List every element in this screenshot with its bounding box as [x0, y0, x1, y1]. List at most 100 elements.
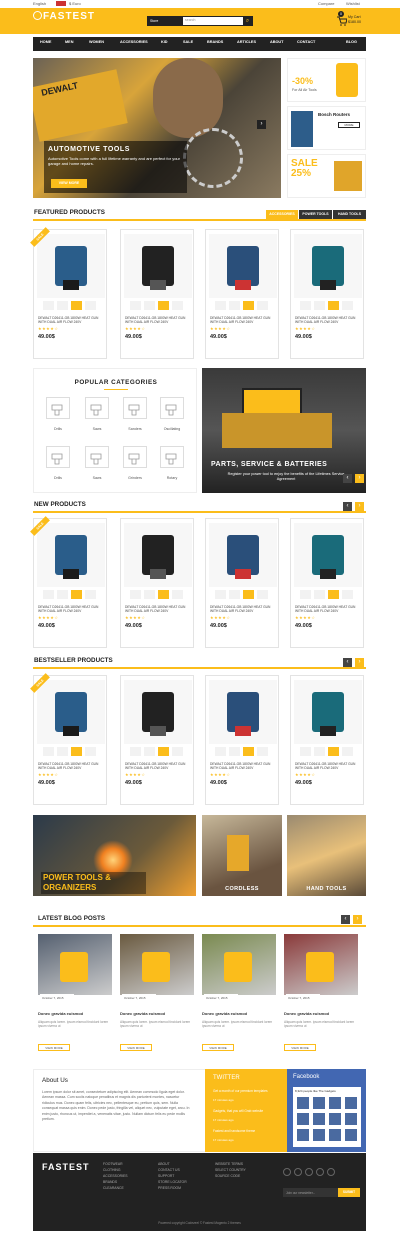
facebook-avatar[interactable] — [345, 1097, 357, 1109]
product-card[interactable]: DEWALT D26411-GB 1800W HEAT GUN WITH DUA… — [290, 229, 364, 359]
product-image[interactable] — [37, 523, 105, 587]
product-thumbnail[interactable] — [342, 301, 353, 310]
product-thumbnail[interactable] — [215, 301, 226, 310]
blog-next-arrow[interactable]: › — [353, 915, 362, 924]
nav-kid[interactable]: KID — [161, 40, 168, 44]
category-label[interactable]: Drills — [41, 427, 75, 431]
promo-cordless[interactable]: CORDLESS — [202, 815, 282, 896]
product-thumbnail[interactable] — [229, 301, 240, 310]
blog-image[interactable] — [284, 934, 358, 995]
product-thumbnail[interactable] — [257, 301, 268, 310]
nav-blog[interactable]: BLOG — [346, 40, 357, 44]
banner-air-tools[interactable]: -30% For All Air Tools — [287, 58, 366, 102]
product-name[interactable]: DEWALT D26411-GB 1800W HEAT GUN WITH DUA… — [125, 762, 191, 770]
product-image[interactable] — [209, 234, 277, 298]
category-label[interactable]: Grinders — [118, 476, 152, 480]
cart[interactable]: 0 My Cart $180.00 — [336, 11, 366, 28]
product-thumbnail[interactable] — [85, 301, 96, 310]
product-card[interactable]: DEWALT D26411-GB 1800W HEAT GUN WITH DUA… — [205, 518, 279, 648]
banner-sale-25[interactable]: SALE 25% — [287, 154, 366, 198]
product-name[interactable]: DEWALT D26411-GB 1800W HEAT GUN WITH DUA… — [295, 605, 361, 613]
product-thumbnail[interactable] — [243, 590, 254, 599]
facebook-widget[interactable]: 8,324 people like The Gadgets — [293, 1087, 361, 1147]
product-thumbnail[interactable] — [130, 590, 141, 599]
product-thumbnail[interactable] — [43, 301, 54, 310]
hero-next-arrow[interactable]: › — [257, 120, 266, 129]
product-name[interactable]: DEWALT D26411-GB 1800W HEAT GUN WITH DUA… — [295, 762, 361, 770]
product-thumbnail[interactable] — [314, 747, 325, 756]
category-icon[interactable] — [85, 397, 109, 419]
category-icon[interactable] — [160, 397, 184, 419]
product-thumbnail[interactable] — [300, 747, 311, 756]
product-image[interactable] — [37, 234, 105, 298]
banner-more-button[interactable]: MORE — [338, 122, 360, 128]
twitter-icon[interactable] — [305, 1168, 313, 1176]
product-image[interactable] — [124, 234, 192, 298]
logo[interactable]: FASTEST — [33, 11, 95, 22]
product-card[interactable]: DEWALT D26411-GB 1800W HEAT GUN WITH DUA… — [290, 675, 364, 805]
blog-image[interactable] — [120, 934, 194, 995]
product-thumbnail[interactable] — [57, 747, 68, 756]
blog-image[interactable] — [202, 934, 276, 995]
product-image[interactable] — [124, 523, 192, 587]
blog-post-title[interactable]: Donec gravida euismod — [284, 1011, 329, 1016]
new-next-arrow[interactable]: › — [355, 502, 364, 511]
product-thumbnail[interactable] — [215, 590, 226, 599]
bestseller-next-arrow[interactable]: › — [355, 658, 364, 667]
blog-prev-arrow[interactable]: ‹ — [341, 915, 350, 924]
product-thumbnail[interactable] — [172, 747, 183, 756]
facebook-avatar[interactable] — [329, 1097, 341, 1109]
facebook-avatar[interactable] — [297, 1129, 309, 1141]
category-icon[interactable] — [46, 397, 70, 419]
banner-bosch-routers[interactable]: Bosch Routers MORE — [287, 106, 366, 150]
blog-post-title[interactable]: Donec gravida euismod — [38, 1011, 83, 1016]
tab-accessories[interactable]: ACCESSORIES — [266, 210, 298, 219]
parts-prev-arrow[interactable]: ‹ — [343, 474, 352, 483]
product-thumbnail[interactable] — [85, 747, 96, 756]
new-prev-arrow[interactable]: ‹ — [343, 502, 352, 511]
product-thumbnail[interactable] — [71, 301, 82, 310]
product-thumbnail[interactable] — [158, 747, 169, 756]
footer-logo[interactable]: FASTEST — [42, 1162, 90, 1172]
category-icon[interactable] — [123, 446, 147, 468]
product-name[interactable]: DEWALT D26411-GB 1800W HEAT GUN WITH DUA… — [210, 316, 276, 324]
product-thumbnail[interactable] — [144, 590, 155, 599]
nav-contact[interactable]: CONTACT — [297, 40, 315, 44]
product-thumbnail[interactable] — [243, 301, 254, 310]
product-card[interactable]: DEWALT D26411-GB 1800W HEAT GUN WITH DUA… — [120, 675, 194, 805]
subscribe-button[interactable]: SUBMIT — [338, 1188, 360, 1197]
facebook-avatar[interactable] — [297, 1113, 309, 1125]
product-image[interactable] — [294, 680, 362, 744]
category-label[interactable]: Saws — [80, 476, 114, 480]
category-icon[interactable] — [160, 446, 184, 468]
product-card[interactable]: DEWALT D26411-GB 1800W HEAT GUN WITH DUA… — [120, 229, 194, 359]
facebook-avatar[interactable] — [313, 1113, 325, 1125]
promo-power-tools[interactable]: POWER TOOLS & ORGANIZERS — [33, 815, 196, 896]
tab-hand-tools[interactable]: HAND TOOLS — [333, 210, 366, 219]
product-card[interactable]: DEWALT D26411-GB 1800W HEAT GUN WITH DUA… — [30, 227, 107, 359]
category-label[interactable]: Saws — [80, 427, 114, 431]
product-thumbnail[interactable] — [43, 590, 54, 599]
product-thumbnail[interactable] — [57, 301, 68, 310]
facebook-avatar[interactable] — [297, 1097, 309, 1109]
tab-power-tools[interactable]: POWER TOOLS — [299, 210, 332, 219]
category-icon[interactable] — [46, 446, 70, 468]
search-button[interactable]: ⌕ — [243, 17, 252, 25]
nav-women[interactable]: WOMEN — [89, 40, 104, 44]
product-name[interactable]: DEWALT D26411-GB 1800W HEAT GUN WITH DUA… — [125, 605, 191, 613]
category-label[interactable]: Rotary — [155, 476, 189, 480]
category-label[interactable]: Drills — [41, 476, 75, 480]
product-name[interactable]: DEWALT D26411-GB 1800W HEAT GUN WITH DUA… — [38, 316, 104, 324]
product-name[interactable]: DEWALT D26411-GB 1800W HEAT GUN WITH DUA… — [295, 316, 361, 324]
facebook-avatar[interactable] — [345, 1113, 357, 1125]
product-thumbnail[interactable] — [130, 301, 141, 310]
product-thumbnail[interactable] — [328, 747, 339, 756]
category-icon[interactable] — [123, 397, 147, 419]
nav-home[interactable]: HOME — [40, 40, 51, 44]
facebook-avatar[interactable] — [313, 1129, 325, 1141]
product-thumbnail[interactable] — [172, 590, 183, 599]
product-card[interactable]: DEWALT D26411-GB 1800W HEAT GUN WITH DUA… — [30, 673, 107, 805]
parts-banner[interactable]: PARTS, SERVICE & BATTERIES Register your… — [202, 368, 366, 493]
product-name[interactable]: DEWALT D26411-GB 1800W HEAT GUN WITH DUA… — [210, 605, 276, 613]
youtube-icon[interactable] — [283, 1168, 291, 1176]
